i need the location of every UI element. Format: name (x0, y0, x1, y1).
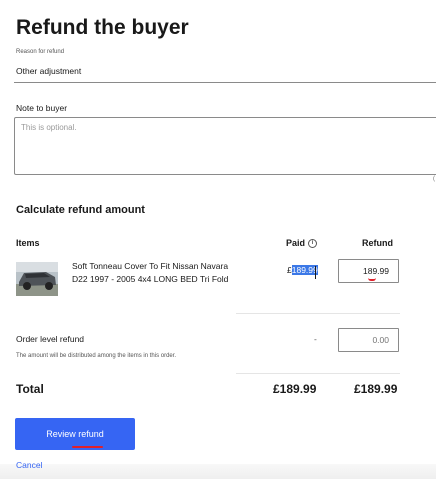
total-refund: £189.99 (354, 382, 398, 396)
reason-value: Other adjustment (16, 66, 82, 76)
column-header-refund: Refund (362, 238, 393, 248)
page-bottom-bar (0, 464, 436, 479)
order-level-label: Order level refund (16, 334, 85, 344)
item-paid-amount: £189.99 (287, 265, 318, 275)
total-label: Total (16, 382, 44, 396)
reason-select[interactable]: Other adjustment (14, 57, 436, 83)
order-level-refund-input[interactable] (338, 328, 399, 352)
order-level-paid: - (314, 334, 317, 344)
page-title: Refund the buyer (16, 16, 189, 39)
note-counter: ( (433, 176, 435, 182)
column-header-paid-label: Paid (286, 238, 306, 248)
spellcheck-mark (72, 446, 103, 448)
note-label: Note to buyer (16, 103, 68, 113)
cancel-link[interactable]: Cancel (16, 460, 42, 470)
note-to-buyer-field[interactable] (14, 117, 436, 175)
column-header-items: Items (16, 238, 40, 248)
item-thumbnail (16, 262, 58, 296)
item-title-link[interactable]: Soft Tonneau Cover To Fit Nissan Navara … (72, 260, 232, 286)
column-header-paid: Paid i (286, 238, 318, 248)
order-level-note: The amount will be distributed among the… (16, 353, 177, 359)
item-paid-selected: 189.99 (291, 265, 318, 275)
reason-label: Reason for refund (16, 49, 65, 55)
text-cursor (315, 266, 316, 279)
divider (236, 313, 400, 314)
total-paid: £189.99 (273, 382, 317, 396)
divider (236, 373, 400, 374)
calculate-heading: Calculate refund amount (16, 204, 145, 216)
info-icon[interactable]: i (308, 238, 318, 248)
